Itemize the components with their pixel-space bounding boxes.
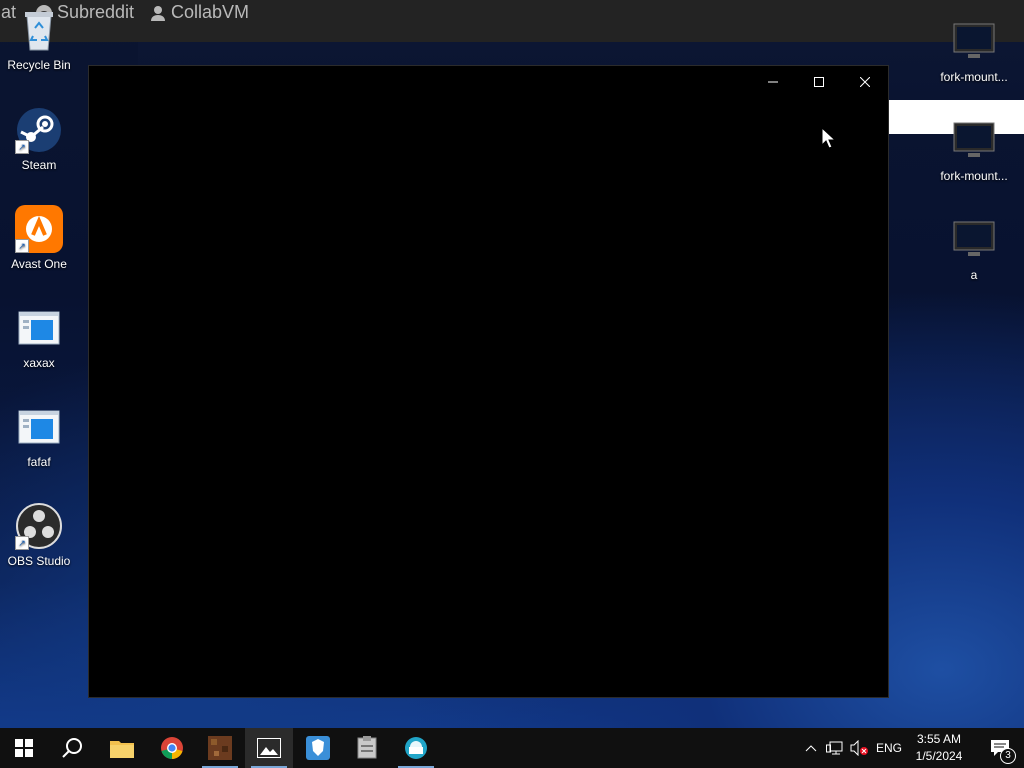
taskbar-file-explorer[interactable]: [98, 728, 146, 768]
volume-muted-icon: [850, 740, 868, 756]
avast-icon: ↗: [15, 205, 63, 253]
maximize-icon: [814, 77, 824, 87]
photos-icon: [257, 738, 281, 758]
taskbar: ENG 3:55 AM 1/5/2024 3: [0, 728, 1024, 768]
network-icon: [826, 741, 843, 755]
chrome-icon: [161, 737, 183, 759]
chevron-up-icon: [805, 745, 817, 752]
network-app-icon: [405, 737, 427, 759]
recycle-bin-icon: [15, 6, 63, 54]
taskbar-photos[interactable]: [245, 728, 293, 768]
brave-icon: [306, 736, 330, 760]
network-tray-button[interactable]: [824, 728, 846, 768]
blank-app-window[interactable]: [88, 65, 889, 698]
desktop-icon-xaxax[interactable]: xaxax: [0, 304, 78, 370]
language-indicator[interactable]: ENG: [876, 741, 902, 755]
close-button[interactable]: [842, 66, 888, 98]
taskbar-brave[interactable]: [294, 728, 342, 768]
shortcut-arrow-icon: ↗: [15, 536, 29, 550]
windows-logo-icon: [15, 739, 33, 757]
site-nav-bar: Chat Subreddit CollabVM: [0, 0, 1024, 42]
minecraft-icon: [208, 736, 232, 760]
desktop-icon-fafaf[interactable]: fafaf: [0, 403, 78, 469]
shortcut-arrow-icon: ↗: [15, 140, 29, 154]
start-button[interactable]: [0, 728, 48, 768]
desktop-icon-fork-mount-1[interactable]: fork-mount...: [935, 18, 1013, 84]
archive-icon: [357, 736, 377, 759]
taskbar-minecraft[interactable]: [196, 728, 244, 768]
user-icon: [151, 5, 165, 21]
desktop-icon-fork-mount-2[interactable]: fork-mount...: [935, 117, 1013, 183]
folder-icon: [110, 741, 134, 758]
desktop-icon-recycle-bin[interactable]: Recycle Bin: [0, 6, 78, 72]
action-center-button[interactable]: 3: [976, 728, 1024, 768]
clock-date: 1/5/2024: [915, 749, 963, 763]
volume-tray-button[interactable]: [848, 728, 870, 768]
steam-icon: ↗: [15, 106, 63, 154]
desktop-icon-avast[interactable]: ↗ Avast One: [0, 205, 78, 271]
monitor-icon: [950, 216, 998, 264]
monitor-icon: [950, 18, 998, 66]
monitor-icon: [950, 117, 998, 165]
minimize-button[interactable]: [750, 66, 796, 98]
notification-count-badge: 3: [1000, 748, 1016, 764]
nav-collabvm-link[interactable]: CollabVM: [150, 2, 249, 23]
taskbar-archive[interactable]: [343, 728, 391, 768]
search-button[interactable]: [48, 728, 96, 768]
window-file-icon: [15, 403, 63, 451]
show-hidden-icons-button[interactable]: [802, 728, 820, 768]
mouse-cursor-icon: [821, 127, 835, 149]
desktop-icon-obs[interactable]: ↗ OBS Studio: [0, 502, 78, 568]
close-icon: [860, 77, 870, 87]
clock[interactable]: 3:55 AM 1/5/2024: [906, 731, 972, 765]
taskbar-network-app[interactable]: [392, 728, 440, 768]
minimize-icon: [768, 81, 778, 83]
desktop-icon-steam[interactable]: ↗ Steam: [0, 106, 78, 172]
maximize-button[interactable]: [796, 66, 842, 98]
window-file-icon: [15, 304, 63, 352]
search-icon: [62, 738, 82, 758]
clock-time: 3:55 AM: [916, 732, 962, 746]
obs-icon: ↗: [15, 502, 63, 550]
taskbar-chrome[interactable]: [148, 728, 196, 768]
shortcut-arrow-icon: ↗: [15, 239, 29, 253]
desktop-icon-a[interactable]: a: [935, 216, 1013, 282]
